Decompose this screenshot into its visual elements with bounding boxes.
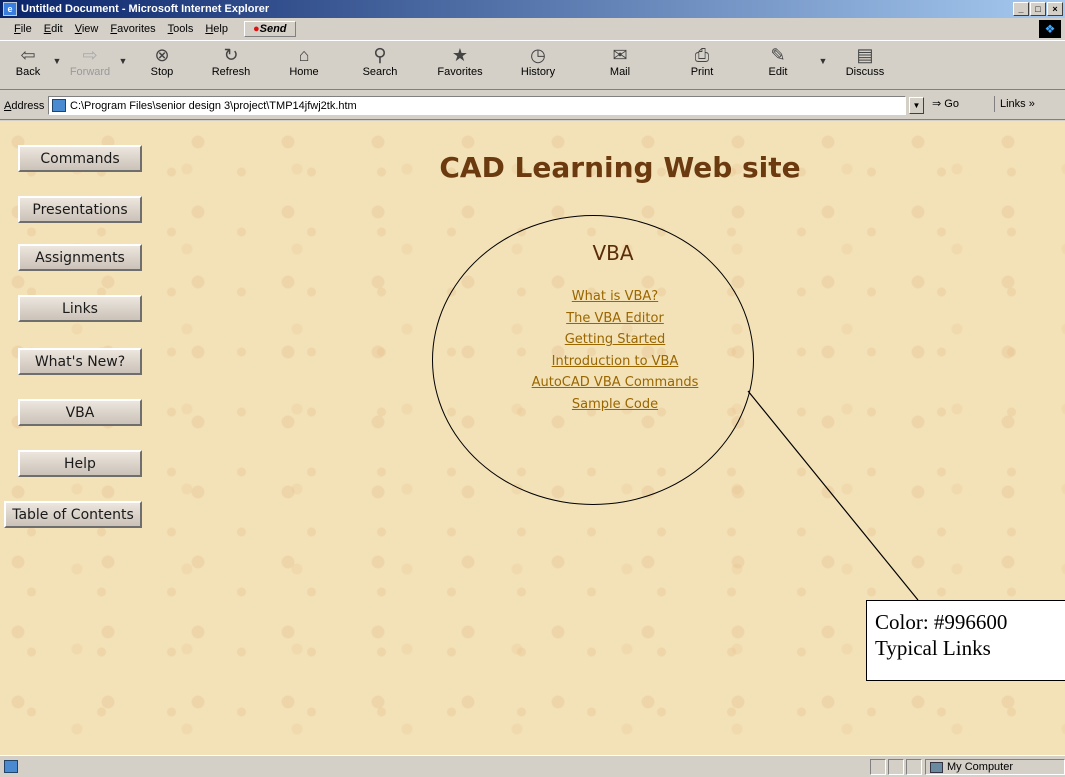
favorites-button[interactable]: ★ Favorites (420, 42, 500, 88)
forward-dropdown-icon[interactable]: ▼ (116, 42, 130, 66)
favorites-label: Favorites (437, 66, 483, 78)
menu-bar: File Edit View Favorites Tools Help ●Sen… (0, 18, 1065, 41)
page-title: CAD Learning Web site (439, 151, 801, 184)
search-label: Search (362, 66, 398, 78)
go-label: Go (944, 98, 959, 110)
nav-whats-new-button[interactable]: What's New? (18, 348, 142, 375)
print-button[interactable]: ⎙ Print (664, 42, 740, 88)
link-sample-code[interactable]: Sample Code (490, 394, 740, 416)
home-label: Home (289, 66, 319, 78)
history-icon: ◷ (530, 44, 546, 65)
discuss-label: Discuss (845, 66, 885, 78)
forward-label: Forward (69, 66, 111, 78)
edit-button[interactable]: ✎ Edit (740, 42, 816, 88)
menu-favorites[interactable]: Favorites (104, 23, 161, 35)
link-getting-started[interactable]: Getting Started (490, 329, 740, 351)
nav-commands-button[interactable]: Commands (18, 145, 142, 172)
home-button[interactable]: ⌂ Home (268, 42, 340, 88)
standard-toolbar: ⇦ Back ▼ ⇨ Forward ▼ ⊗ Stop ↻ Refresh ⌂ … (0, 42, 1065, 90)
status-bar: My Computer (0, 755, 1065, 777)
annotation-callout-box: Color: #996600 Typical Links (866, 600, 1065, 681)
go-arrow-icon: ⇒ (932, 98, 942, 110)
back-dropdown-icon[interactable]: ▼ (50, 42, 64, 66)
print-icon: ⎙ (694, 44, 710, 65)
status-pane-offline (906, 759, 922, 775)
status-pane-security (888, 759, 904, 775)
send-button[interactable]: ●Send (243, 21, 296, 37)
forward-button[interactable]: ⇨ Forward (64, 42, 116, 88)
nav-links-button[interactable]: Links (18, 295, 142, 322)
page-content: Commands Presentations Assignments Links… (0, 121, 1065, 755)
page-icon (52, 99, 66, 112)
status-zone: My Computer (925, 759, 1065, 775)
vba-link-list: What is VBA? The VBA Editor Getting Star… (490, 286, 740, 415)
minimize-button[interactable]: _ (1013, 2, 1029, 16)
menu-view[interactable]: View (69, 23, 105, 35)
print-label: Print (690, 66, 714, 78)
discuss-button[interactable]: ▤ Discuss (830, 42, 900, 88)
link-vba-editor[interactable]: The VBA Editor (490, 308, 740, 330)
history-label: History (520, 66, 556, 78)
my-computer-icon (930, 761, 943, 773)
link-autocad-vba-commands[interactable]: AutoCAD VBA Commands (490, 372, 740, 394)
mail-icon: ✉ (612, 44, 628, 65)
send-label: Send (259, 23, 287, 35)
discuss-icon: ▤ (856, 44, 874, 65)
menu-help[interactable]: Help (199, 23, 234, 35)
edit-label: Edit (768, 66, 788, 78)
vba-heading: VBA (592, 241, 634, 265)
nav-help-button[interactable]: Help (18, 450, 142, 477)
favorites-icon: ★ (451, 44, 469, 65)
back-label: Back (15, 66, 41, 78)
maximize-button[interactable]: □ (1030, 2, 1046, 16)
nav-assignments-button[interactable]: Assignments (18, 244, 142, 271)
search-icon: ⚲ (373, 44, 387, 65)
edit-icon: ✎ (770, 44, 786, 65)
nav-vba-button[interactable]: VBA (18, 399, 142, 426)
link-what-is-vba[interactable]: What is VBA? (490, 286, 740, 308)
address-input[interactable]: C:\Program Files\senior design 3\project… (48, 96, 906, 115)
mail-label: Mail (609, 66, 631, 78)
address-label: Address (4, 99, 45, 112)
window-controls: _ □ × (1013, 2, 1063, 16)
edit-dropdown-icon[interactable]: ▼ (816, 42, 830, 66)
callout-typical-links-text: Typical Links (875, 636, 991, 660)
window-title: Untitled Document - Microsoft Internet E… (21, 3, 270, 15)
refresh-icon: ↻ (223, 44, 239, 65)
send-icon: ● (252, 23, 260, 35)
menu-file[interactable]: File (8, 23, 38, 35)
page-status-icon (4, 760, 18, 773)
link-introduction-to-vba[interactable]: Introduction to VBA (490, 351, 740, 373)
menu-edit[interactable]: Edit (38, 23, 69, 35)
address-dropdown-icon[interactable]: ▼ (909, 97, 924, 114)
search-button[interactable]: ⚲ Search (340, 42, 420, 88)
go-button[interactable]: ⇒ Go (932, 97, 959, 110)
history-button[interactable]: ◷ History (500, 42, 576, 88)
status-zone-label: My Computer (947, 761, 1014, 773)
title-bar: e Untitled Document - Microsoft Internet… (0, 0, 1065, 18)
links-button[interactable]: Links » (994, 96, 1040, 112)
address-url: C:\Program Files\senior design 3\project… (70, 99, 357, 112)
home-icon: ⌂ (298, 44, 310, 65)
refresh-button[interactable]: ↻ Refresh (194, 42, 268, 88)
windows-logo-icon: ❖ (1039, 20, 1061, 38)
menu-tools[interactable]: Tools (162, 23, 200, 35)
status-pane-progress (870, 759, 886, 775)
stop-icon: ⊗ (154, 44, 170, 65)
close-button[interactable]: × (1047, 2, 1063, 16)
ie-app-icon: e (3, 2, 17, 16)
forward-arrow-icon: ⇨ (82, 44, 98, 65)
mail-button[interactable]: ✉ Mail (576, 42, 664, 88)
stop-label: Stop (150, 66, 174, 78)
nav-presentations-button[interactable]: Presentations (18, 196, 142, 223)
nav-table-of-contents-button[interactable]: Table of Contents (4, 501, 142, 528)
refresh-label: Refresh (211, 66, 251, 78)
callout-color-text: Color: #996600 (875, 610, 1008, 634)
back-arrow-icon: ⇦ (20, 44, 36, 65)
address-bar: Address C:\Program Files\senior design 3… (0, 92, 1065, 120)
stop-button[interactable]: ⊗ Stop (130, 42, 194, 88)
back-button[interactable]: ⇦ Back (6, 42, 50, 88)
